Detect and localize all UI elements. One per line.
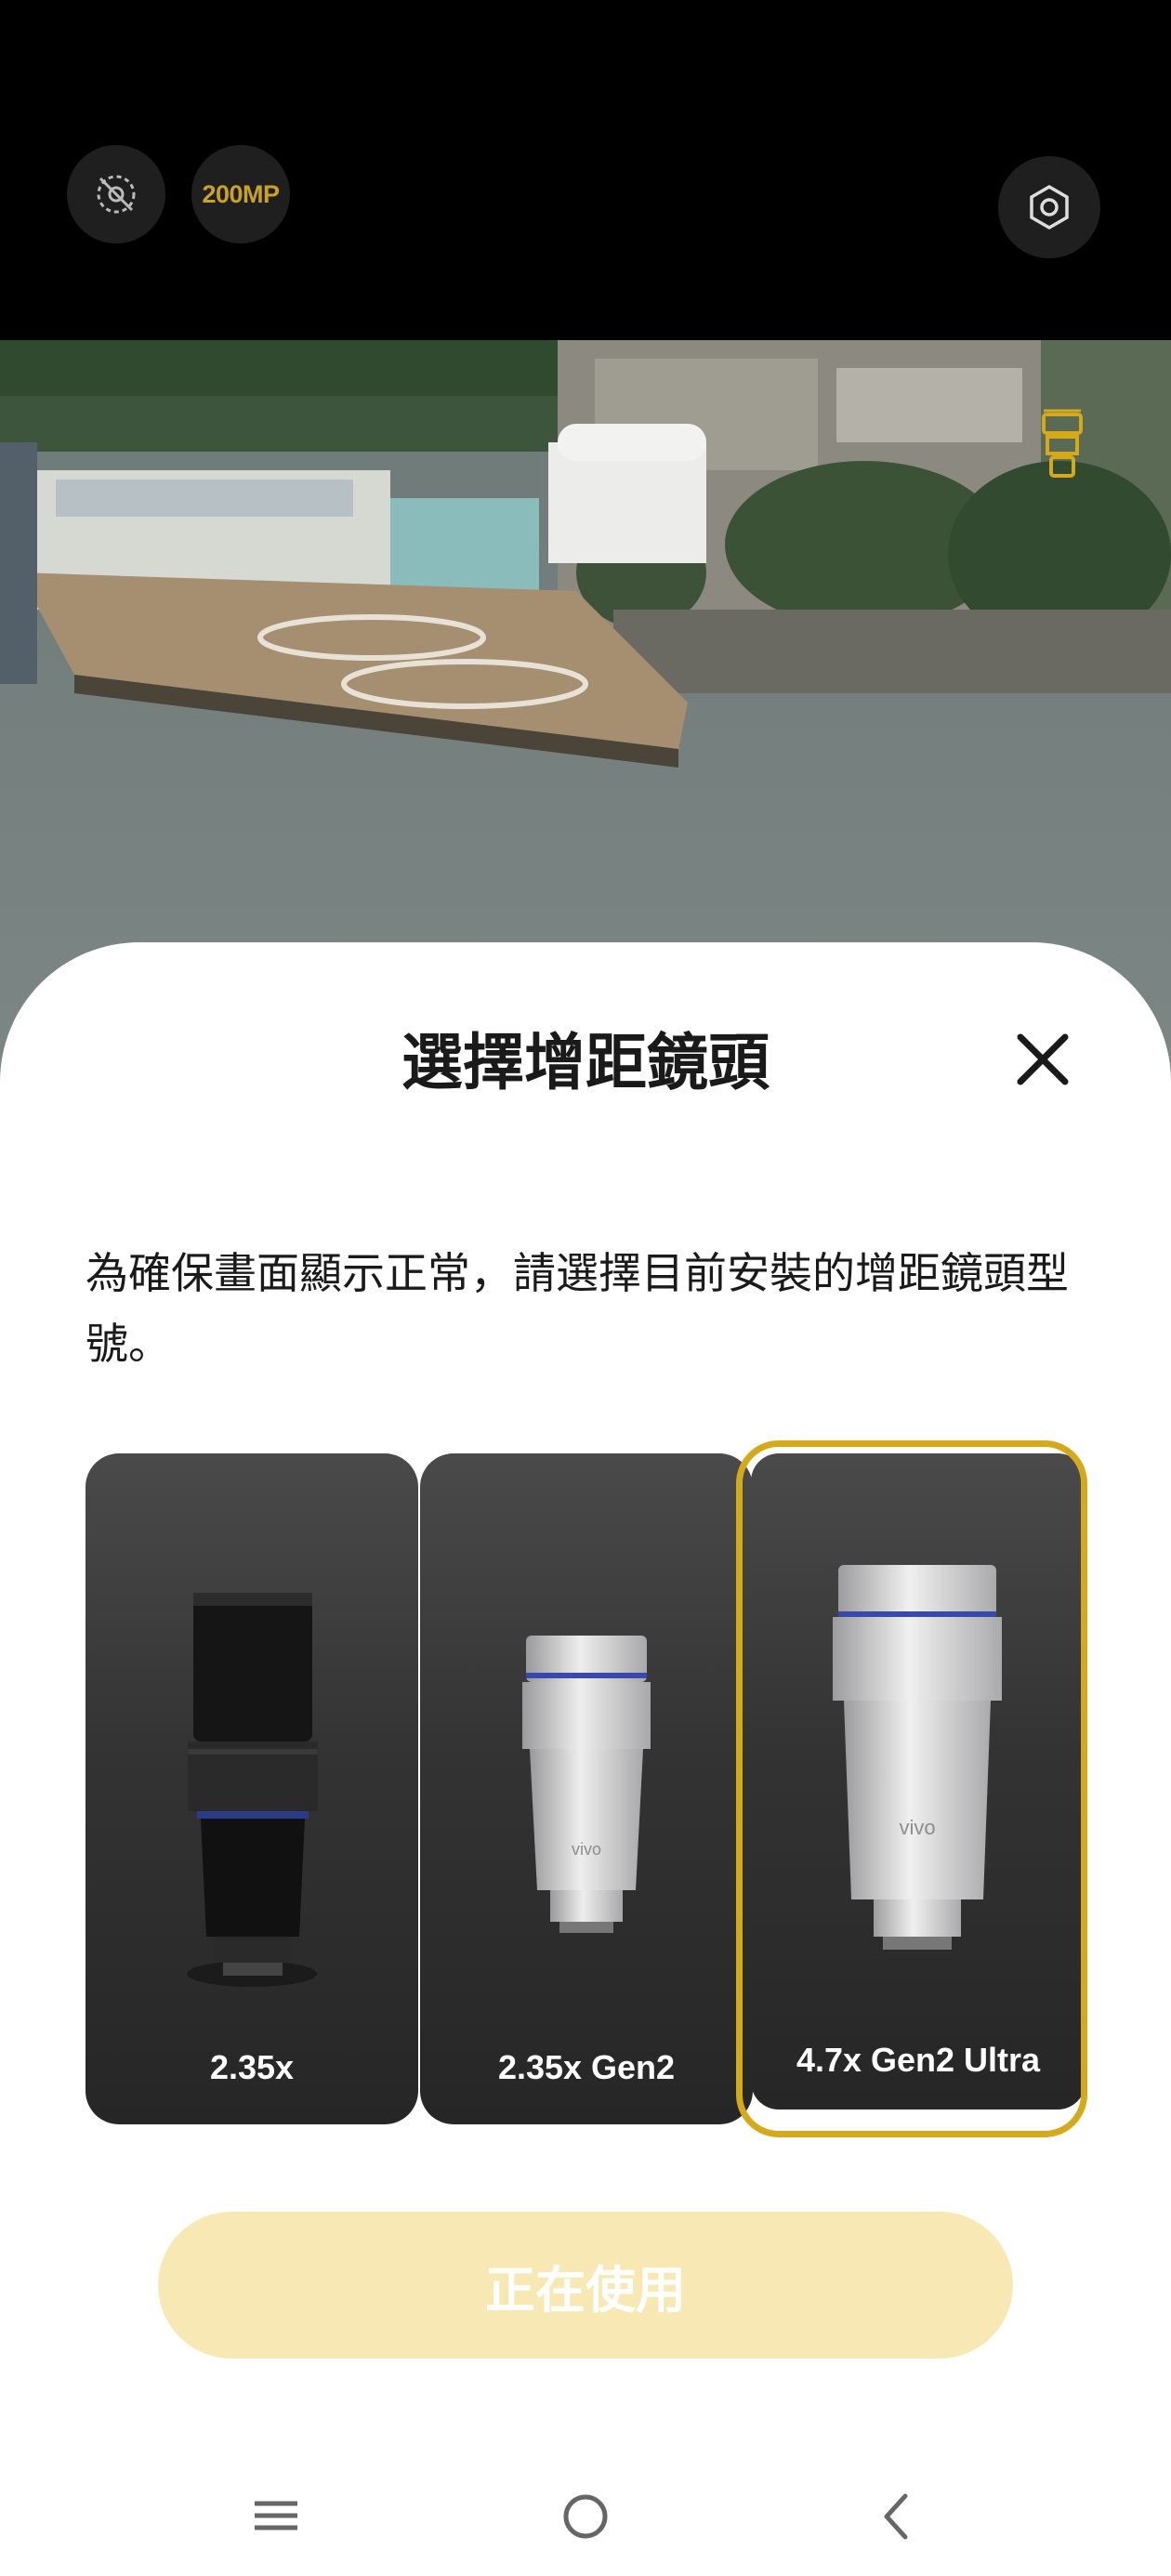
resolution-label: 200MP	[202, 179, 280, 208]
tele-extender-lens-icon[interactable]	[1039, 407, 1085, 481]
back-icon[interactable]	[874, 2491, 920, 2543]
home-icon[interactable]	[559, 2491, 612, 2543]
silver-lens-image: vivo	[522, 1636, 651, 1933]
hexagon-settings-icon	[1030, 184, 1069, 230]
resolution-button[interactable]: 200MP	[191, 145, 290, 243]
black-lens-image	[187, 1593, 318, 1987]
motion-off-icon	[97, 175, 136, 214]
sheet-description: 為確保畫面顯示正常，請選擇目前安裝的增距鏡頭型號。	[86, 1248, 1069, 1369]
lens-card-2-35x-gen2[interactable]: vivo 2.35x Gen2	[420, 1453, 753, 2124]
close-icon	[1017, 1033, 1069, 1085]
lens-brand-text: vivo	[572, 1840, 601, 1859]
camera-settings-button[interactable]	[998, 156, 1100, 258]
motion-off-button[interactable]	[67, 145, 165, 243]
lens-label: 2.35x	[209, 2048, 295, 2086]
lens-label: 2.35x Gen2	[497, 2048, 676, 2086]
lens-card-2-35x[interactable]: 2.35x	[86, 1453, 418, 2124]
camera-top-bar: 200MP	[0, 0, 1171, 340]
sheet-title: 選擇增距鏡頭	[401, 1027, 770, 1098]
selected-lens-ring	[736, 1440, 1087, 2137]
close-button[interactable]	[1013, 1030, 1072, 1089]
menu-icon[interactable]	[251, 2491, 301, 2541]
in-use-button[interactable]: 正在使用	[158, 2212, 1013, 2359]
